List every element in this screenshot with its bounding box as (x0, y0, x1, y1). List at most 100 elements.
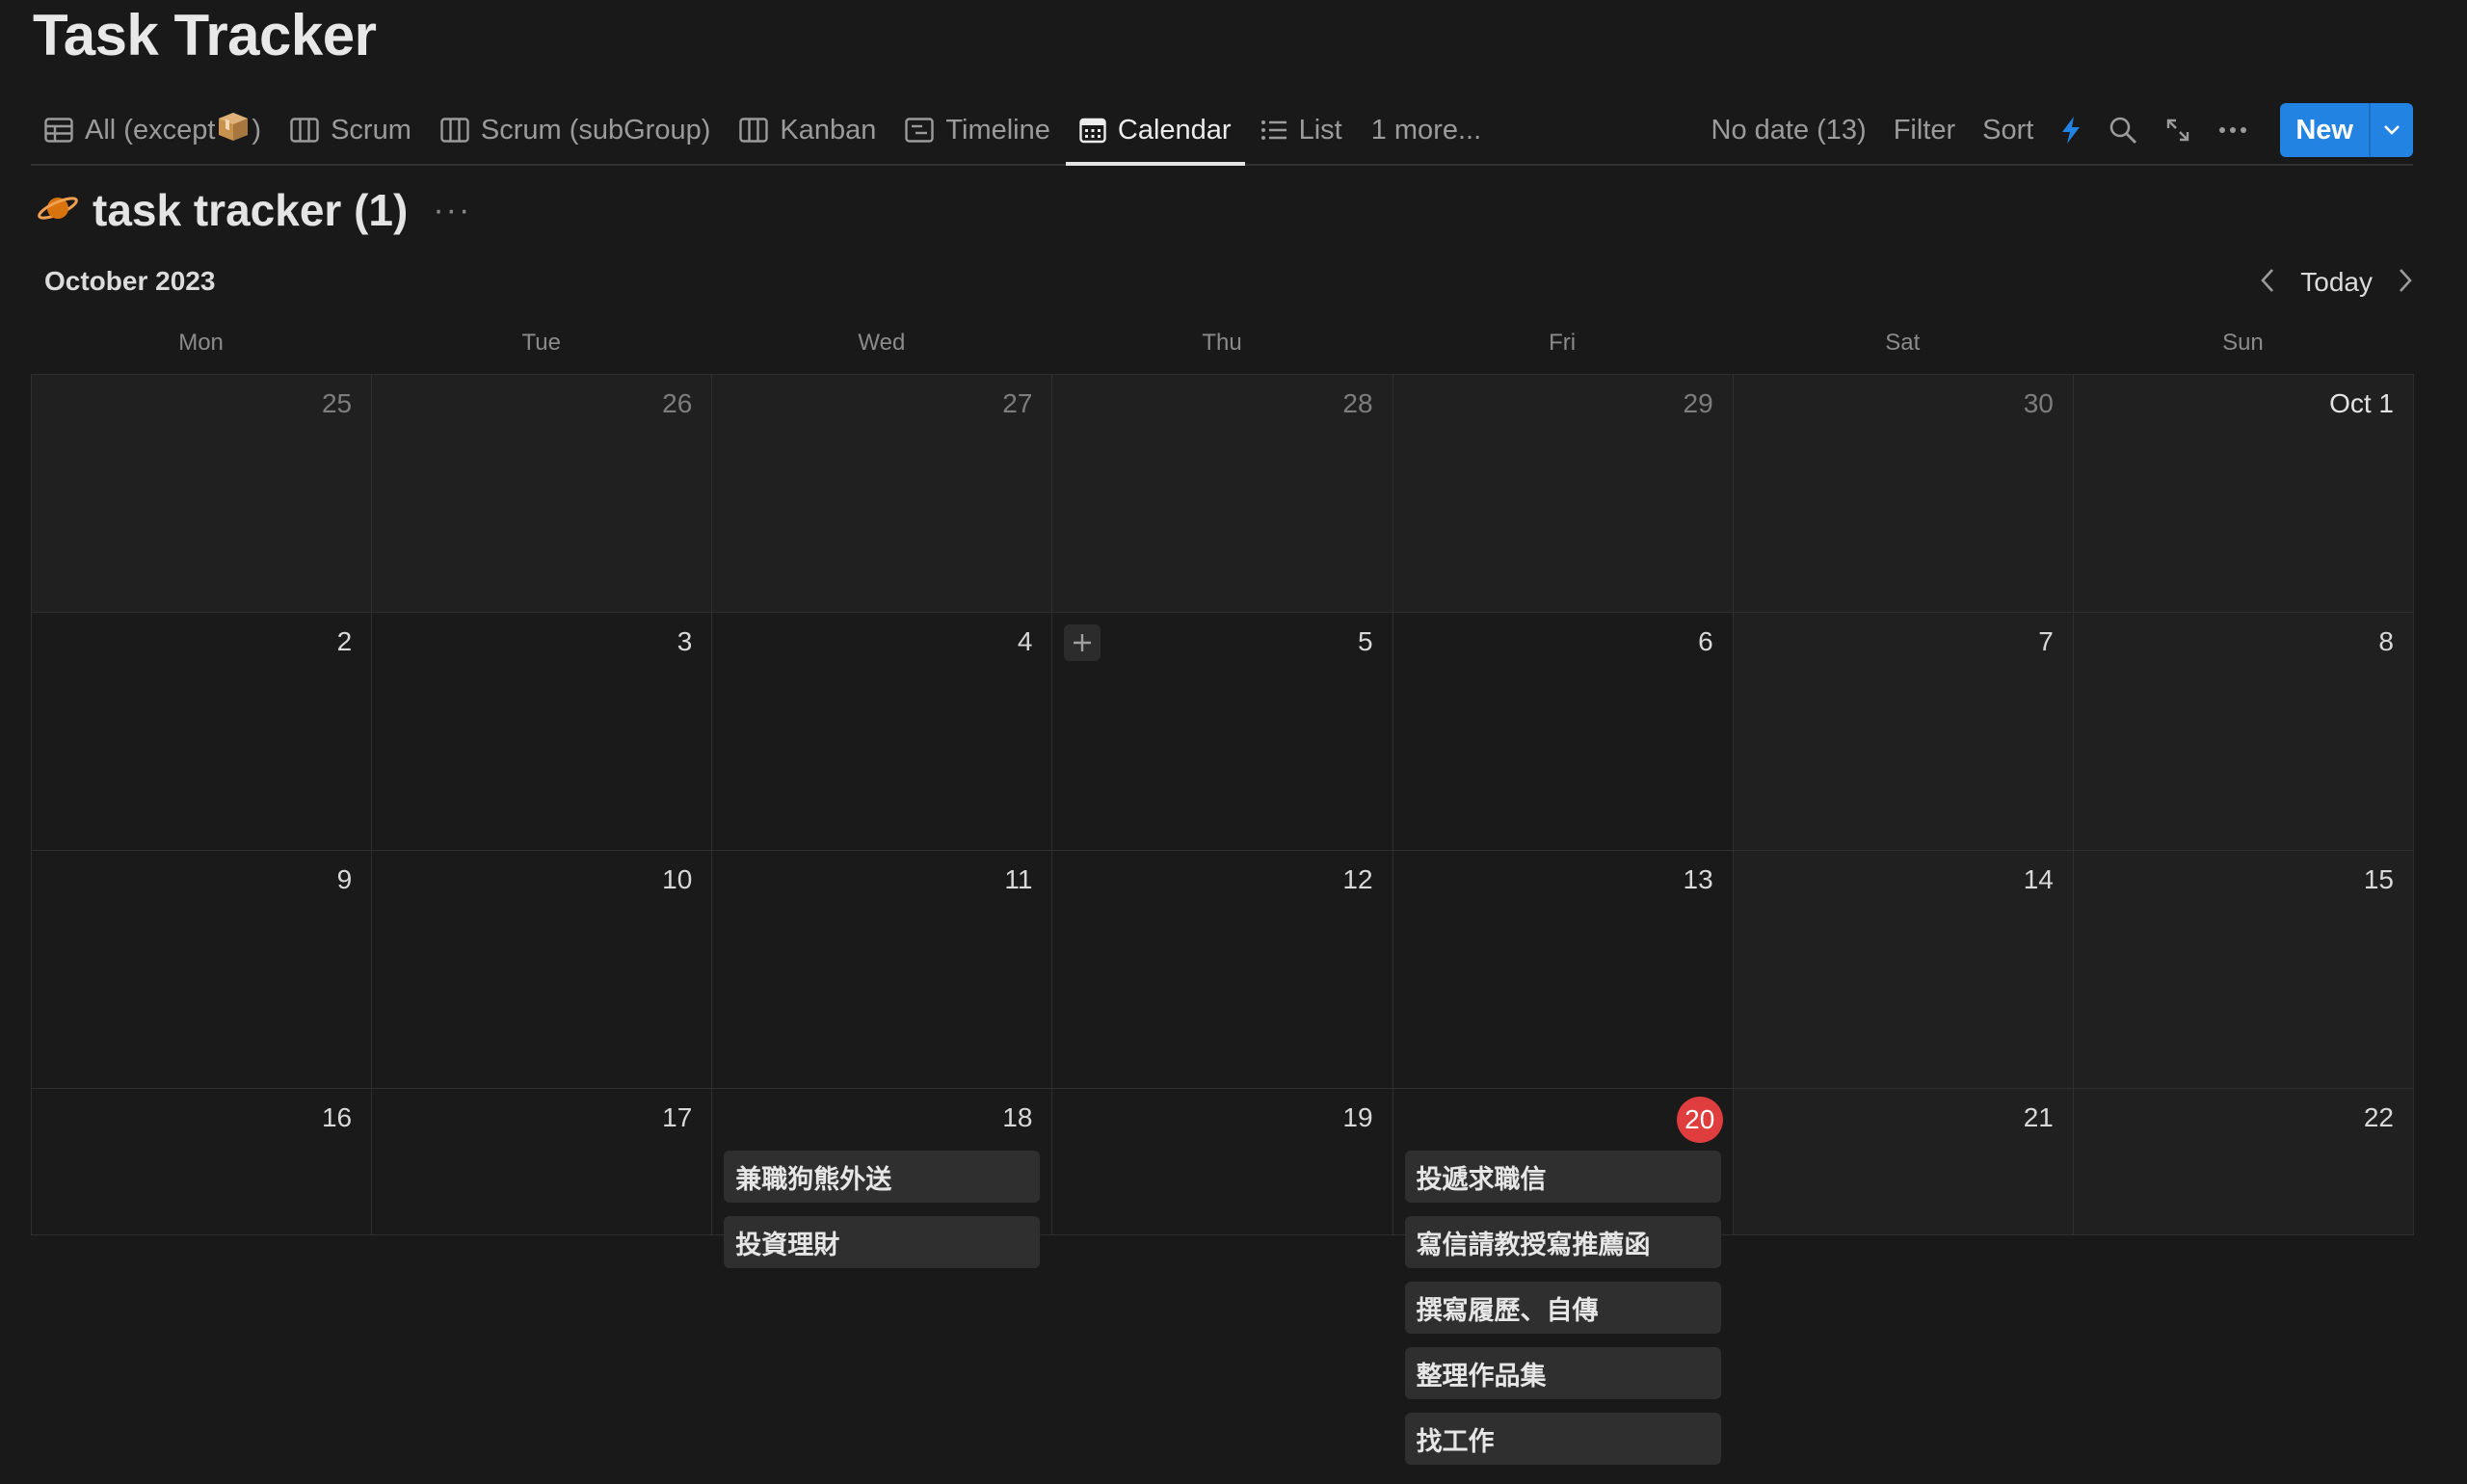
calendar-day[interactable]: 29 (1393, 375, 1734, 613)
calendar-day[interactable]: 21 (1733, 1089, 2074, 1235)
calendar-day[interactable]: 3 (372, 613, 713, 851)
board-icon (290, 118, 319, 143)
tab-calendar[interactable]: Calendar (1065, 96, 1245, 166)
new-dropdown-button[interactable] (2369, 103, 2413, 157)
calendar-day[interactable]: 17 (372, 1089, 713, 1235)
tab-label-suffix: ) (252, 114, 262, 146)
chevron-left-icon[interactable] (2260, 268, 2275, 298)
day-number: 14 (2023, 864, 2054, 894)
calendar-day[interactable]: 28 (1052, 375, 1393, 613)
event-card[interactable]: 撰寫履歷、自傳 (1404, 1282, 1721, 1334)
calendar-day[interactable]: 19 (1052, 1089, 1393, 1235)
weekday-label: Thu (1202, 330, 1242, 356)
day-number: 11 (1004, 864, 1033, 894)
tab-timeline[interactable]: Timeline (891, 96, 1064, 164)
calendar-day[interactable]: 12 (1052, 851, 1393, 1089)
day-number: 16 (321, 1102, 353, 1132)
day-number: 25 (321, 388, 353, 418)
calendar-day[interactable]: 6 (1393, 613, 1734, 851)
calendar-grid: 25 26 27 28 29 30 Oct 1 2 3 4 5 6 7 8 9 … (31, 374, 2414, 1465)
calendar-week: 2 3 4 5 6 7 8 (32, 613, 2414, 851)
event-card[interactable]: 投資理財 (724, 1216, 1041, 1268)
calendar-day[interactable]: 25 (32, 375, 373, 613)
weekday-label: Wed (858, 330, 906, 356)
page-title: Task Tracker (33, 3, 377, 67)
calendar-day[interactable]: 5 (1052, 613, 1393, 851)
expand-icon[interactable] (2151, 96, 2205, 164)
view-tabs: All (except ) Scrum Scrum (subGroup) Kan… (31, 96, 2413, 166)
day-number: 21 (2023, 1102, 2054, 1132)
tab-kanban[interactable]: Kanban (726, 96, 889, 164)
more-icon[interactable] (2205, 96, 2261, 164)
tab-label: Timeline (945, 114, 1050, 146)
planet-icon (37, 191, 79, 230)
day-number: 18 (1002, 1102, 1033, 1132)
calendar-nav: Today (2260, 260, 2413, 305)
event-card[interactable]: 整理作品集 (1404, 1347, 1721, 1399)
table-icon (44, 118, 73, 143)
calendar-icon (1079, 117, 1106, 144)
calendar-day[interactable]: 16 (32, 1089, 373, 1235)
tab-all[interactable]: All (except ) (31, 96, 275, 164)
tab-list[interactable]: List (1247, 96, 1356, 164)
tab-more[interactable]: 1 more... (1358, 96, 1495, 164)
database-name[interactable]: task tracker (1) (93, 184, 408, 236)
weekday-label: Mon (178, 330, 224, 356)
new-button[interactable]: New (2280, 103, 2369, 157)
day-number: 12 (1342, 864, 1373, 894)
calendar-day[interactable]: 14 (1733, 851, 2074, 1089)
day-number: 13 (1683, 864, 1713, 894)
calendar-day[interactable]: 10 (372, 851, 713, 1089)
calendar-day[interactable]: 22 (2073, 1089, 2414, 1235)
day-number: 10 (662, 864, 693, 894)
package-icon (217, 111, 250, 149)
list-icon (1260, 119, 1287, 142)
tab-label: All (except (85, 114, 216, 146)
board-icon (440, 118, 469, 143)
calendar-day[interactable]: 4 (712, 613, 1053, 851)
chevron-right-icon[interactable] (2398, 268, 2413, 298)
calendar-day[interactable]: 30 (1733, 375, 2074, 613)
calendar-day[interactable]: 9 (32, 851, 373, 1089)
calendar-day[interactable]: 15 (2073, 851, 2414, 1089)
calendar-day[interactable]: 20 投遞求職信 寫信請教授寫推薦函 撰寫履歷、自傳 整理作品集 找工作 (1393, 1089, 1734, 1465)
day-number: 2 (336, 626, 353, 656)
day-number: 8 (2378, 626, 2394, 656)
day-number: 7 (2038, 626, 2054, 656)
calendar-day[interactable]: 27 (712, 375, 1053, 613)
day-number: 28 (1342, 388, 1373, 418)
automation-icon[interactable] (2047, 96, 2095, 164)
database-title: task tracker (1) ··· (37, 183, 471, 237)
tab-label: Calendar (1117, 114, 1232, 146)
event-card[interactable]: 寫信請教授寫推薦函 (1404, 1216, 1721, 1268)
calendar-day[interactable]: 13 (1393, 851, 1734, 1089)
tab-scrum[interactable]: Scrum (277, 96, 425, 164)
today-button[interactable]: Today (2300, 267, 2373, 298)
calendar-day[interactable]: 8 (2073, 613, 2414, 851)
plus-icon (1074, 634, 1092, 651)
add-event-button[interactable] (1064, 624, 1101, 661)
calendar-day[interactable]: 2 (32, 613, 373, 851)
event-card[interactable]: 投遞求職信 (1404, 1151, 1721, 1203)
day-number: 19 (1342, 1102, 1373, 1132)
calendar-day[interactable]: 26 (372, 375, 713, 613)
tab-label: List (1298, 114, 1342, 146)
calendar-day[interactable]: 7 (1733, 613, 2074, 851)
database-more-button[interactable]: ··· (433, 192, 471, 229)
tab-label: Scrum (subGroup) (480, 114, 711, 146)
tab-label: Scrum (331, 114, 411, 146)
event-card[interactable]: 找工作 (1404, 1413, 1721, 1465)
day-number: 27 (1002, 388, 1033, 418)
calendar-day[interactable]: 11 (712, 851, 1053, 1089)
filter-button[interactable]: Filter (1880, 96, 1969, 164)
day-number: 6 (1698, 626, 1713, 656)
tab-scrum-subgroup[interactable]: Scrum (subGroup) (427, 96, 725, 164)
search-icon[interactable] (2095, 96, 2151, 164)
calendar-day[interactable]: Oct 1 (2073, 375, 2414, 613)
no-date-button[interactable]: No date (13) (1698, 96, 1880, 164)
day-number: 3 (676, 626, 693, 656)
calendar-day[interactable]: 18 兼職狗熊外送 投資理財 (712, 1089, 1053, 1268)
tab-label: Kanban (780, 114, 877, 146)
event-card[interactable]: 兼職狗熊外送 (724, 1151, 1041, 1203)
sort-button[interactable]: Sort (1969, 96, 2047, 164)
